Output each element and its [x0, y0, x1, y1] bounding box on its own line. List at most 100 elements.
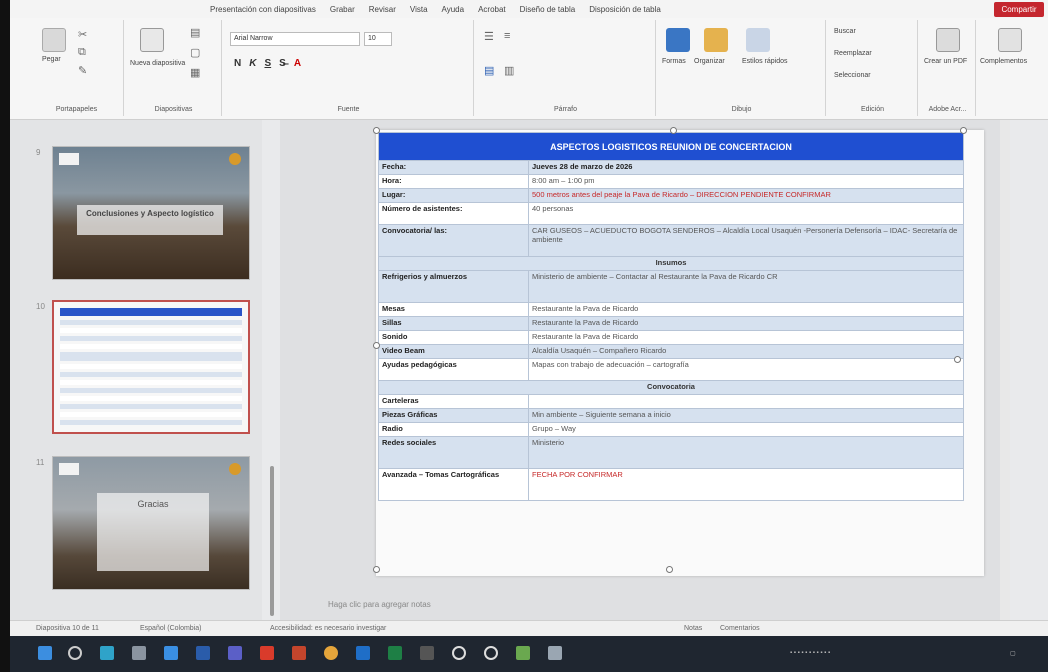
row-label[interactable]: Fecha:	[378, 160, 529, 175]
store-icon[interactable]	[164, 646, 178, 660]
table-row[interactable]: Número de asistentes: 40 personas	[378, 202, 964, 225]
align-left-icon[interactable]: ▤	[484, 64, 494, 77]
table-row[interactable]: Piezas Gráficas Min ambiente – Siguiente …	[378, 408, 964, 423]
notes-placeholder[interactable]: Haga clic para agregar notas	[328, 600, 431, 609]
table-row[interactable]: Hora: 8:00 am – 1:00 pm	[378, 174, 964, 189]
tab-presentacion[interactable]: Presentación con diapositivas	[210, 5, 316, 14]
outlook-icon[interactable]	[356, 646, 370, 660]
row-value[interactable]: Alcaldía Usaquén – Compañero Ricardo	[528, 344, 964, 359]
app-grid-icon[interactable]	[516, 646, 530, 660]
slide-thumbnail-10[interactable]	[52, 300, 250, 434]
row-value[interactable]: 8:00 am – 1:00 pm	[528, 174, 964, 189]
task-view-icon[interactable]	[132, 646, 146, 660]
resize-handle[interactable]	[373, 127, 380, 134]
row-label[interactable]: Radio	[378, 422, 529, 437]
resize-handle[interactable]	[960, 127, 967, 134]
chrome-icon[interactable]	[324, 646, 338, 660]
new-slide-label[interactable]: Nueva diapositiva	[130, 60, 185, 67]
table-row[interactable]: Mesas Restaurante la Pava de Ricardo	[378, 302, 964, 317]
row-value[interactable]: Ministerio	[528, 436, 964, 469]
teams-icon[interactable]	[228, 646, 242, 660]
row-value[interactable]: CAR GUSEOS – ACUEDUCTO BOGOTA SENDEROS –…	[528, 224, 964, 257]
logistics-table[interactable]: ASPECTOS LOGISTICOS REUNION DE CONCERTAC…	[378, 132, 964, 501]
row-value[interactable]: 40 personas	[528, 202, 964, 225]
layout-icon[interactable]: ▤	[190, 26, 200, 39]
share-button[interactable]: Compartir	[994, 2, 1044, 17]
reset-icon[interactable]: ▢	[190, 46, 200, 59]
row-label[interactable]: Refrigerios y almuerzos	[378, 270, 529, 303]
edge-icon[interactable]	[100, 646, 114, 660]
slide[interactable]: ASPECTOS LOGISTICOS REUNION DE CONCERTAC…	[373, 127, 984, 576]
app-circle-icon[interactable]	[452, 646, 466, 660]
row-label[interactable]: Sonido	[378, 330, 529, 345]
arrange-icon[interactable]	[704, 28, 728, 52]
app-circle-icon[interactable]	[484, 646, 498, 660]
row-value[interactable]: Jueves 28 de marzo de 2026	[528, 160, 964, 175]
row-label[interactable]: Sillas	[378, 316, 529, 331]
new-slide-icon[interactable]	[140, 28, 164, 52]
table-row[interactable]: Lugar: 500 metros antes del peaje la Pava…	[378, 188, 964, 203]
app-icon[interactable]	[420, 646, 434, 660]
align-center-icon[interactable]: ▥	[504, 64, 514, 77]
numbering-icon[interactable]: ≡	[504, 30, 510, 42]
table-row[interactable]: Carteleras	[378, 394, 964, 409]
system-tray[interactable]: ▪ ▪ ▪ ▪ ▪ ▪ ▪ ▪ ▪ ▪ ▪	[790, 650, 830, 656]
table-row[interactable]: Avanzada – Tomas Cartográficas FECHA POR …	[378, 468, 964, 501]
row-value[interactable]: 500 metros antes del peaje la Pava de Ri…	[528, 188, 964, 203]
shapes-label[interactable]: Formas	[662, 58, 686, 65]
bullets-icon[interactable]: ☰	[484, 30, 494, 43]
notification-icon[interactable]: ▢	[1010, 650, 1016, 657]
table-row[interactable]: Sonido Restaurante la Pava de Ricardo	[378, 330, 964, 345]
row-label[interactable]: Avanzada – Tomas Cartográficas	[378, 468, 529, 501]
tab-grabar[interactable]: Grabar	[330, 5, 355, 14]
resize-handle[interactable]	[954, 356, 961, 363]
quick-styles-icon[interactable]	[746, 28, 770, 52]
language-indicator[interactable]: Español (Colombia)	[140, 625, 201, 632]
powerpoint-icon[interactable]	[292, 646, 306, 660]
arrange-label[interactable]: Organizar	[694, 58, 725, 65]
table-row[interactable]: Refrigerios y almuerzos Ministerio de amb…	[378, 270, 964, 303]
row-value[interactable]: Restaurante la Pava de Ricardo	[528, 302, 964, 317]
font-name-input[interactable]: Arial Narrow	[230, 32, 360, 46]
format-painter-icon[interactable]: ✎	[78, 64, 87, 77]
row-label[interactable]: Mesas	[378, 302, 529, 317]
styles-label[interactable]: Estilos rápidos	[742, 58, 788, 65]
addins-icon[interactable]	[998, 28, 1022, 52]
select-button[interactable]: Seleccionar	[834, 72, 871, 79]
row-label[interactable]: Convocatoria/ las:	[378, 224, 529, 257]
canvas-scrollbar[interactable]	[1000, 120, 1010, 620]
row-label[interactable]: Lugar:	[378, 188, 529, 203]
slide-thumbnail-9[interactable]: Conclusiones y Aspecto logístico	[52, 146, 250, 280]
row-value[interactable]: Restaurante la Pava de Ricardo	[528, 316, 964, 331]
row-value[interactable]	[528, 394, 964, 409]
table-row[interactable]: Video Beam Alcaldía Usaquén – Compañero R…	[378, 344, 964, 359]
table-row[interactable]: Fecha: Jueves 28 de marzo de 2026	[378, 160, 964, 175]
resize-handle[interactable]	[373, 566, 380, 573]
notes-button[interactable]: Notas	[684, 625, 702, 632]
tab-acrobat[interactable]: Acrobat	[478, 5, 506, 14]
resize-handle[interactable]	[666, 566, 673, 573]
addins-label[interactable]: Complementos	[980, 58, 1027, 65]
accessibility-indicator[interactable]: Accesibilidad: es necesario investigar	[270, 625, 386, 632]
table-row[interactable]: Radio Grupo – Way	[378, 422, 964, 437]
tab-vista[interactable]: Vista	[410, 5, 428, 14]
font-size-input[interactable]: 10	[364, 32, 392, 46]
row-value[interactable]: FECHA POR CONFIRMAR	[528, 468, 964, 501]
row-value[interactable]: Restaurante la Pava de Ricardo	[528, 330, 964, 345]
row-label[interactable]: Carteleras	[378, 394, 529, 409]
create-pdf-icon[interactable]	[936, 28, 960, 52]
row-label[interactable]: Redes sociales	[378, 436, 529, 469]
paste-icon[interactable]	[42, 28, 66, 52]
create-pdf-label[interactable]: Crear un PDF	[924, 58, 967, 65]
underline-button[interactable]: S	[264, 58, 271, 69]
resize-handle[interactable]	[373, 342, 380, 349]
row-label[interactable]: Video Beam	[378, 344, 529, 359]
font-color-icon[interactable]: A	[294, 58, 301, 69]
row-label[interactable]: Ayudas pedagógicas	[378, 358, 529, 381]
row-value[interactable]: Min ambiente – Siguiente semana a inicio	[528, 408, 964, 423]
word-icon[interactable]	[196, 646, 210, 660]
replace-button[interactable]: Reemplazar	[834, 50, 872, 57]
comments-button[interactable]: Comentarios	[720, 625, 760, 632]
row-label[interactable]: Piezas Gráficas	[378, 408, 529, 423]
row-value[interactable]: Grupo – Way	[528, 422, 964, 437]
